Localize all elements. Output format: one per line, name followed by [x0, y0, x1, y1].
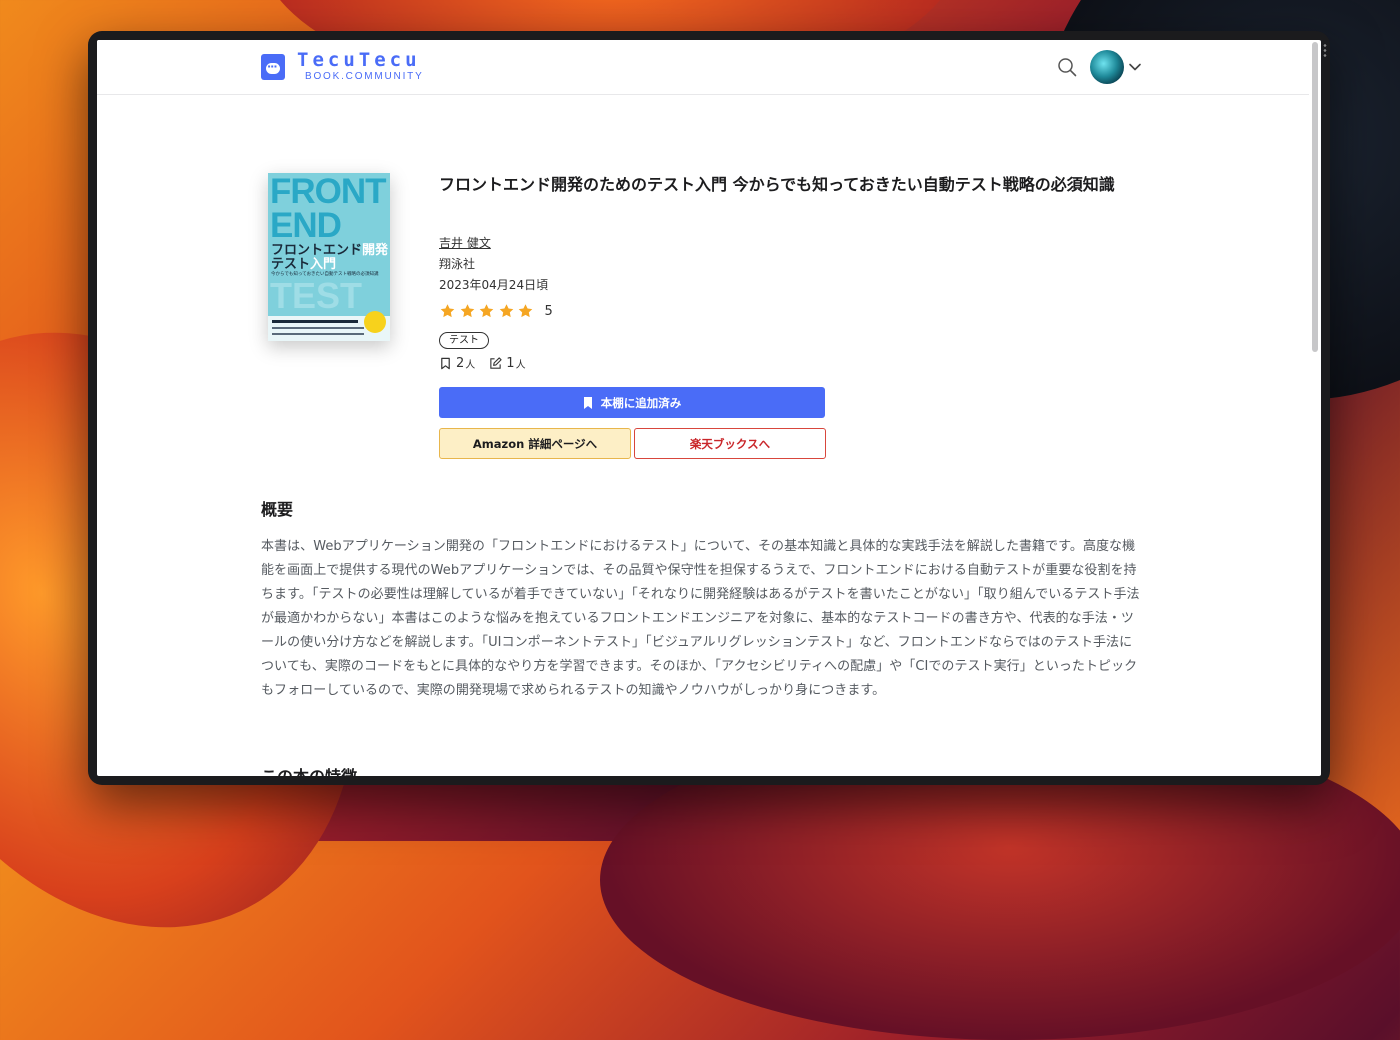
cover-title: フロントエンド開発 テスト入門	[271, 243, 388, 271]
cover-title-line1: フロントエンド	[271, 242, 363, 257]
cover-badge	[364, 311, 386, 333]
scrollbar-thumb[interactable]	[1312, 42, 1318, 352]
logo-title: TecuTecu	[297, 49, 421, 71]
book-stats: 2人 1人	[439, 356, 540, 371]
rakuten-link-button[interactable]: 楽天ブックスへ	[634, 428, 826, 459]
site-header: TecuTecu BOOK.COMMUNITY	[97, 40, 1309, 95]
search-icon[interactable]	[1057, 57, 1077, 77]
shelf-added-label: 本棚に追加済み	[600, 395, 682, 410]
bookmark-icon	[441, 357, 450, 370]
cover-title-accent1: 開発	[362, 242, 389, 257]
author-link[interactable]: 吉井 健文	[439, 234, 491, 251]
chevron-down-icon[interactable]	[1128, 60, 1142, 74]
cover-front-label: FRONT END	[270, 173, 387, 245]
review-count-unit: 人	[515, 360, 526, 371]
logo-subtitle: BOOK.COMMUNITY	[305, 71, 424, 82]
cover-tagline-3	[272, 333, 364, 335]
bookmark-count-unit: 人	[465, 360, 476, 371]
published-date: 2023年04月24日頃	[439, 278, 549, 292]
site-logo[interactable]: TecuTecu BOOK.COMMUNITY	[261, 51, 424, 82]
publisher: 翔泳社	[439, 257, 476, 271]
star-icon	[440, 304, 455, 318]
features-heading: この本の特徴	[261, 763, 357, 776]
cover-tagline	[272, 320, 358, 323]
bookmark-filled-icon	[583, 396, 592, 409]
book-cover: FRONT END フロントエンド開発 テスト入門 今からでも知っておきたい自動…	[268, 173, 390, 341]
page-viewport: TecuTecu BOOK.COMMUNITY FRONT END フロントエン…	[97, 40, 1321, 776]
amazon-link-button[interactable]: Amazon 詳細ページへ	[439, 428, 631, 459]
rating: 5	[439, 303, 553, 319]
cover-tagline-2	[272, 327, 364, 329]
star-icon	[499, 304, 513, 318]
cover-test-text: TEST	[270, 275, 363, 316]
scrollbar[interactable]	[1311, 42, 1319, 774]
cover-title-accent2: 入門	[310, 256, 337, 271]
edit-icon	[490, 357, 502, 369]
bookmark-count-value: 2	[456, 356, 465, 371]
cover-front-text: FRONT END	[270, 173, 390, 245]
star-icon	[479, 304, 494, 318]
bookmark-count: 2人	[439, 356, 475, 371]
shelf-added-button[interactable]: 本棚に追加済み	[439, 387, 825, 418]
logo-text: TecuTecu BOOK.COMMUNITY	[297, 51, 424, 82]
tag-badge[interactable]: テスト	[439, 332, 489, 349]
star-icon	[518, 304, 533, 318]
overview-text: 本書は、Webアプリケーション開発の「フロントエンドにおけるテスト」について、そ…	[261, 539, 1140, 698]
window-grip[interactable]	[1323, 43, 1327, 59]
cover-title-line2: テスト	[271, 256, 311, 271]
review-count: 1人	[489, 356, 526, 371]
star-icon	[460, 304, 474, 318]
review-count-value: 1	[506, 356, 515, 371]
book-title: フロントエンド開発のためのテスト入門 今からでも知っておきたい自動テスト戦略の必…	[439, 175, 1115, 194]
avatar[interactable]	[1090, 50, 1124, 84]
chat-book-icon	[261, 53, 285, 80]
overview-heading: 概要	[261, 500, 294, 519]
browser-window: TecuTecu BOOK.COMMUNITY FRONT END フロントエン…	[88, 31, 1330, 785]
rating-value: 5	[544, 303, 553, 319]
